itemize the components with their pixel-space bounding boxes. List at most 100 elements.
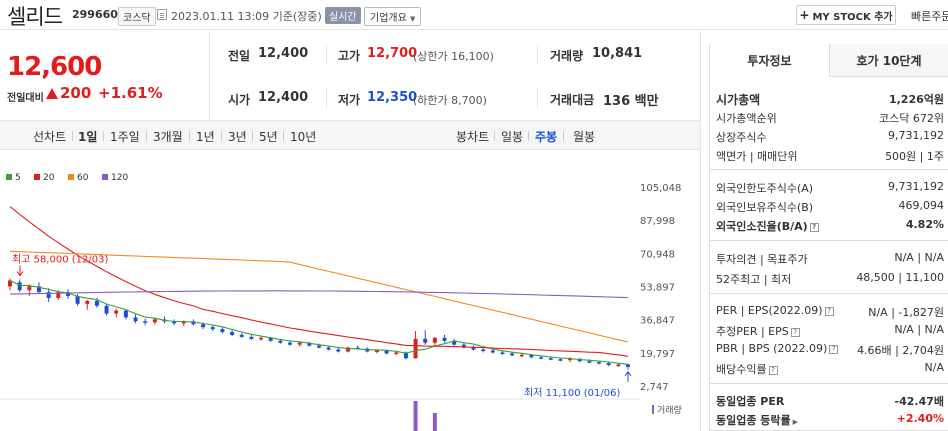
divider (537, 45, 538, 65)
current-price: 12,600 (7, 52, 102, 82)
divider (528, 131, 529, 141)
plus-icon: + (799, 8, 810, 22)
tab-invest-info[interactable]: 투자정보 (710, 44, 829, 77)
y-tick-label: 36,847 (640, 316, 675, 327)
low-arrow-icon (624, 370, 632, 382)
y-tick-label: 2,747 (640, 382, 669, 393)
change-percent: +1.61% (98, 84, 163, 102)
y-tick-label: 53,897 (640, 283, 675, 294)
legend-label: 120 (111, 173, 128, 183)
timestamp: 2023.01.11 13:09 기준(장중) (171, 10, 322, 23)
caret-right-icon: ▶ (792, 418, 799, 426)
candle-body (143, 321, 148, 323)
change-label: 전일대비 (7, 93, 44, 104)
est-per-label: 추정PER | EPS (716, 325, 789, 338)
add-mystock-button[interactable]: + MY STOCK 추가 (796, 5, 896, 25)
sector-per-value: -42.47배 (894, 395, 944, 408)
high-arrow-icon (16, 265, 24, 277)
candle-body (133, 317, 138, 322)
period-1y[interactable]: 1년 (196, 128, 215, 145)
period-3m[interactable]: 3개월 (153, 128, 183, 145)
candle-monthly[interactable]: 월봉 (573, 128, 595, 145)
shares-row: 상장주식수 9,731,192 (716, 129, 944, 145)
candle-body (500, 352, 505, 354)
low-label: 저가 (338, 93, 361, 107)
volume-bar (432, 413, 437, 431)
candle-body (104, 305, 109, 314)
per-label: PER | EPS(2022.09) (716, 304, 823, 317)
volume-label: 거래량 (550, 49, 584, 63)
company-overview-label: 기업개요 (370, 13, 407, 24)
candle-body (519, 354, 524, 357)
candle-body (152, 319, 157, 323)
panel-divider (700, 31, 701, 431)
candle-body (510, 353, 515, 356)
candle-body (374, 350, 379, 352)
candle-weekly[interactable]: 주봉 (535, 128, 557, 145)
ma20-line (9, 206, 629, 357)
volume-legend-swatch (652, 405, 654, 414)
help-icon[interactable]: ? (829, 344, 839, 354)
legend-label: 5 (15, 173, 21, 183)
per-value: N/A | -1,827원 (868, 306, 944, 319)
help-icon[interactable]: ? (768, 365, 778, 375)
pbr-label: PBR | BPS (2022.09) (716, 342, 828, 355)
candle-daily[interactable]: 일봉 (501, 128, 523, 145)
upper-limit: (상한가 16,100) (413, 50, 494, 63)
period-1d[interactable]: 1일 (78, 128, 97, 145)
candle-body (539, 357, 544, 359)
quick-order-link[interactable]: 빠른주문 (911, 8, 948, 24)
est-per-row: 추정PER | EPS? N/A | N/A (716, 323, 944, 339)
candle-body (85, 300, 90, 304)
foreign-ratio-row: 외국인소진율(B/A)? 4.82% (716, 218, 944, 234)
shares-label: 상장주식수 (716, 131, 767, 144)
per-row: PER | EPS(2022.09)? N/A | -1,827원 (716, 304, 944, 320)
cap-rank-row: 시가총액순위 코스닥 672위 (716, 110, 944, 126)
candle-body (626, 364, 630, 367)
sector-per-row: 동일업종 PER -42.47배 (716, 393, 944, 409)
sector-rate-row: 동일업종 등락률 ▶ +2.40% (716, 412, 944, 428)
period-5y[interactable]: 5년 (259, 128, 278, 145)
divider (709, 293, 948, 294)
divider (283, 131, 284, 141)
candle-body (326, 347, 331, 350)
period-1w[interactable]: 1주일 (110, 128, 140, 145)
candle-body (230, 332, 235, 335)
div-label: 배당수익률 (716, 363, 767, 376)
help-icon[interactable]: ? (790, 327, 800, 337)
divider (494, 131, 495, 141)
par-value: 500원 | 1주 (885, 150, 944, 163)
volume-value: 10,841 (592, 46, 643, 61)
document-icon (157, 9, 167, 20)
realtime-badge[interactable]: 실시간 (325, 7, 361, 24)
help-icon[interactable]: ? (809, 222, 819, 232)
divider (537, 89, 538, 109)
market-cap-value: 1,226억원 (888, 93, 944, 106)
candle-body (297, 342, 302, 345)
candle-body (587, 361, 592, 363)
par-label: 액면가 | 매매단위 (716, 150, 798, 163)
foreign-limit-value: 9,731,192 (888, 180, 944, 193)
candle-body (558, 359, 563, 361)
candle-body (94, 300, 99, 306)
period-3y[interactable]: 3년 (228, 128, 247, 145)
prev-close-label: 전일 (228, 49, 251, 63)
candle-body (394, 352, 399, 354)
y-tick-label: 19,797 (640, 349, 675, 360)
candle-body (616, 364, 621, 366)
foreign-limit-row: 외국인한도주식수(A) 9,731,192 (716, 180, 944, 196)
sector-per-label: 동일업종 PER (716, 395, 785, 408)
chevron-down-icon: ▼ (410, 15, 416, 23)
candle-body (201, 324, 206, 328)
period-10y[interactable]: 10년 (290, 128, 316, 145)
market-badge: 코스닥 (118, 7, 156, 26)
divider (326, 45, 327, 65)
divider (709, 240, 948, 241)
candle-body (278, 340, 283, 343)
est-per-value: N/A | N/A (894, 323, 944, 336)
divider (709, 169, 948, 170)
company-overview-dropdown[interactable]: 기업개요 ▼ (364, 7, 422, 26)
cap-rank-label: 시가총액순위 (716, 112, 777, 125)
tab-orderbook[interactable]: 호가 10단계 (829, 44, 948, 77)
help-icon[interactable]: ? (824, 306, 834, 316)
